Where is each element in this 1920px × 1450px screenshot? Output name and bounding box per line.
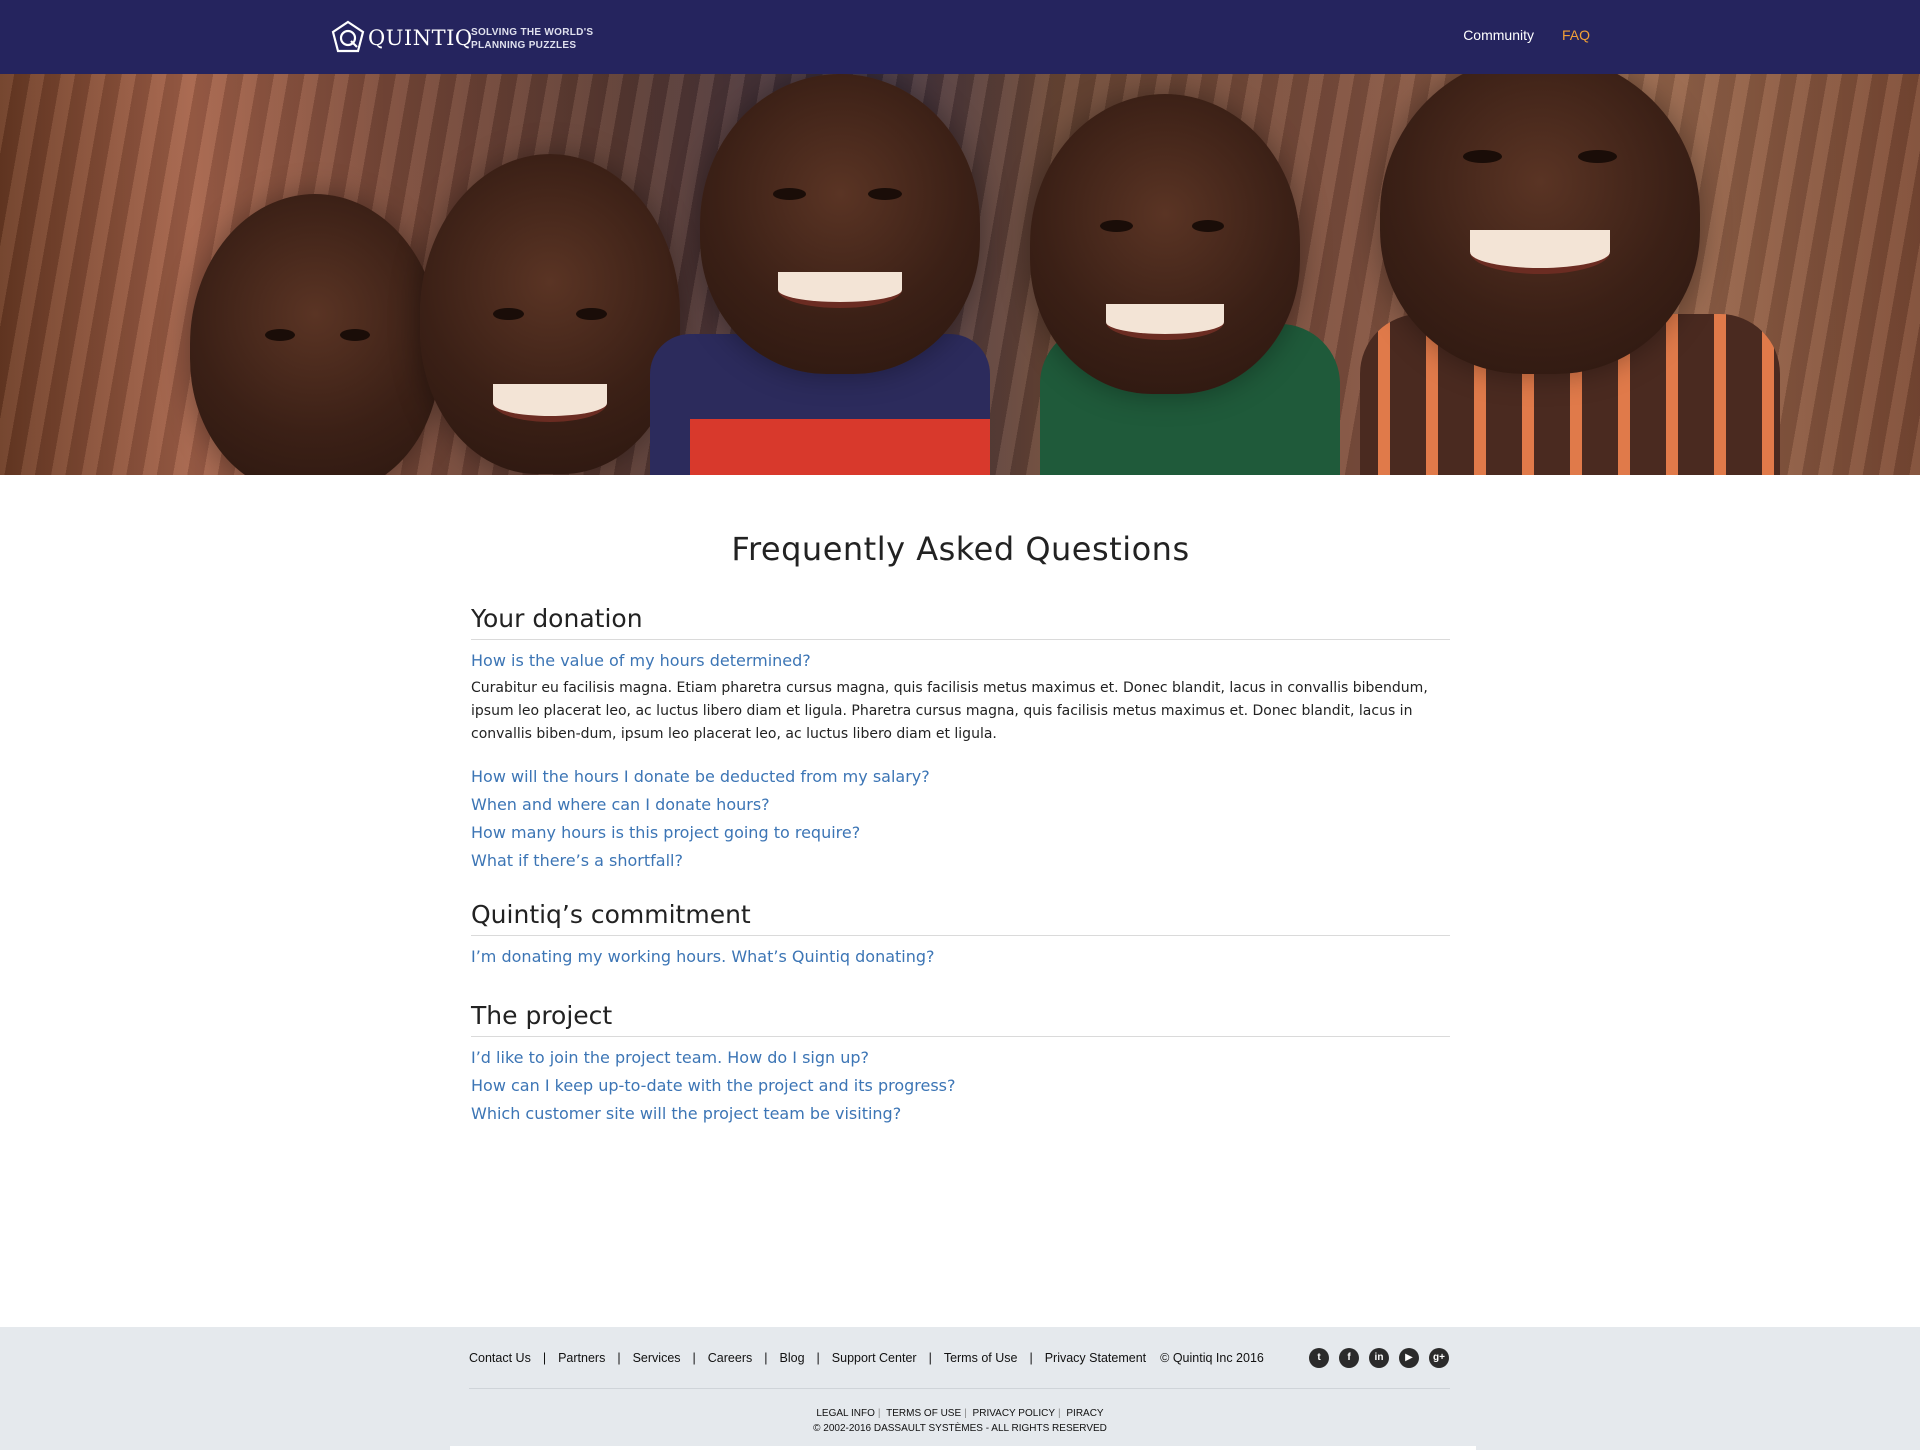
faq-question-link[interactable]: How will the hours I donate be deducted … (471, 768, 1450, 786)
legal-links: LEGAL INFO | TERMS OF USE | PRIVACY POLICY… (816, 1408, 1104, 1419)
faq-question-link[interactable]: How can I keep up-to-date with the proje… (471, 1077, 1450, 1095)
social-links: t f in ▶ g+ (1309, 1348, 1449, 1368)
faq-content: Frequently Asked Questions Your donation… (471, 475, 1450, 1123)
footer-link-support-center[interactable]: Support Center (832, 1351, 917, 1365)
footer-link-partners[interactable]: Partners (558, 1351, 605, 1365)
tagline-line-1: SOLVING THE WORLD'S (471, 27, 594, 38)
hero-shirt-red (690, 419, 990, 475)
quintiq-logo[interactable]: QUINTIQ (330, 18, 473, 58)
footer-divider (469, 1388, 1450, 1389)
youtube-icon[interactable]: ▶ (1399, 1348, 1419, 1368)
faq-question-link[interactable]: How is the value of my hours determined? (471, 652, 1450, 670)
section-title: The project (471, 1001, 1450, 1037)
legal-piracy-link[interactable]: PIRACY (1066, 1408, 1103, 1419)
hero-child-2 (420, 154, 680, 474)
tagline-line-2: PLANNING PUZZLES (471, 40, 577, 51)
nav-community-link[interactable]: Community (1463, 27, 1534, 43)
hero-child-1 (190, 194, 440, 475)
section-quintiq-commitment: Quintiq’s commitment I’m donating my wor… (471, 900, 1450, 966)
legal-copyright: © 2002-2016 DASSAULT SYSTÈMES - ALL RIGH… (813, 1423, 1107, 1434)
section-title: Your donation (471, 604, 1450, 640)
faq-answer: Curabitur eu facilisis magna. Etiam phar… (471, 680, 1428, 742)
site-footer: Contact Us | Partners | Services | Careers |… (0, 1327, 1920, 1450)
footer-copyright: © Quintiq Inc 2016 (1160, 1351, 1264, 1365)
hero-child-3 (700, 74, 980, 374)
main-nav: Community FAQ (1463, 27, 1590, 43)
twitter-icon[interactable]: t (1309, 1348, 1329, 1368)
footer-link-blog[interactable]: Blog (780, 1351, 805, 1365)
faq-question-link[interactable]: How many hours is this project going to … (471, 824, 1450, 842)
legal-privacy-link[interactable]: PRIVACY POLICY (973, 1408, 1055, 1419)
faq-question-link[interactable]: I’m donating my working hours. What’s Qu… (471, 948, 1450, 966)
nav-faq-link[interactable]: FAQ (1562, 27, 1590, 43)
hero-photo (0, 74, 1920, 475)
googleplus-icon[interactable]: g+ (1429, 1348, 1449, 1368)
top-navigation-bar: QUINTIQ SOLVING THE WORLD'S PLANNING PUZ… (0, 0, 1920, 74)
legal-block: LEGAL INFO | TERMS OF USE | PRIVACY POLICY… (0, 1406, 1920, 1436)
faq-question-link[interactable]: I’d like to join the project team. How d… (471, 1049, 1450, 1067)
faq-question-link[interactable]: Which customer site will the project tea… (471, 1105, 1450, 1123)
legal-info-link[interactable]: LEGAL INFO (816, 1408, 875, 1419)
linkedin-icon[interactable]: in (1369, 1348, 1389, 1368)
footer-link-careers[interactable]: Careers (708, 1351, 752, 1365)
section-your-donation: Your donation How is the value of my hou… (471, 604, 1450, 870)
faq-question-link[interactable]: When and where can I donate hours? (471, 796, 1450, 814)
faq-question-link[interactable]: What if there’s a shortfall? (471, 852, 1450, 870)
logo-wordmark: QUINTIQ (368, 26, 473, 50)
footer-links: Contact Us | Partners | Services | Careers |… (469, 1351, 1264, 1365)
legal-terms-link[interactable]: TERMS OF USE (886, 1408, 961, 1419)
facebook-icon[interactable]: f (1339, 1348, 1359, 1368)
footer-bottom-strip (450, 1446, 1476, 1450)
tagline: SOLVING THE WORLD'S PLANNING PUZZLES (471, 26, 631, 52)
hero-child-4 (1030, 94, 1300, 394)
footer-link-terms-of-use[interactable]: Terms of Use (944, 1351, 1018, 1365)
quintiq-logo-icon (330, 20, 366, 56)
footer-link-privacy-statement[interactable]: Privacy Statement (1045, 1351, 1146, 1365)
section-the-project: The project I’d like to join the project… (471, 1001, 1450, 1123)
footer-link-contact-us[interactable]: Contact Us (469, 1351, 531, 1365)
section-title: Quintiq’s commitment (471, 900, 1450, 936)
footer-link-services[interactable]: Services (633, 1351, 681, 1365)
page-title: Frequently Asked Questions (731, 530, 1190, 568)
hero-child-5 (1380, 74, 1700, 374)
